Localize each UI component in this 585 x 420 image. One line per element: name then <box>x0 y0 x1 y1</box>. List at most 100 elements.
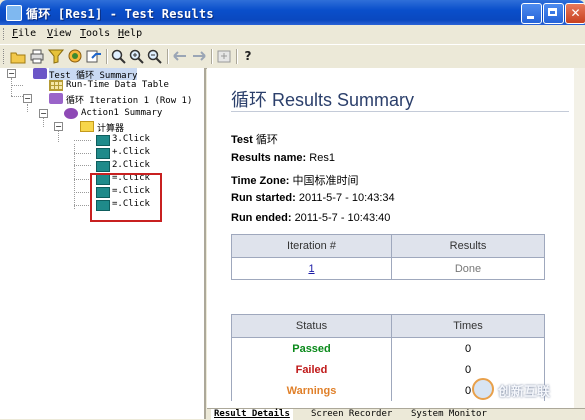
iteration-link[interactable]: 1 <box>308 263 314 275</box>
minimize-button[interactable] <box>521 3 542 24</box>
tree-item-test-summary[interactable]: Test 循环 Summary <box>49 68 138 81</box>
test-label: Test <box>231 134 253 146</box>
menu-tools-rest: ools <box>86 28 111 39</box>
status-cell: Passed <box>231 337 392 359</box>
maximize-icon <box>544 4 563 23</box>
tree-connector <box>58 131 59 142</box>
time-zone-label: Time Zone: <box>231 175 290 187</box>
collapse-toggle[interactable]: − <box>7 69 16 78</box>
print-icon[interactable] <box>29 49 45 64</box>
find-icon[interactable] <box>67 49 83 64</box>
tree-item-folder[interactable]: 计算器 <box>97 121 124 134</box>
status-cell: Failed <box>231 359 392 380</box>
help-icon[interactable]: ? <box>240 49 256 64</box>
zoom-icon[interactable] <box>111 49 127 64</box>
column-header: Results <box>391 234 545 258</box>
menu-file-rest: ile <box>18 28 37 39</box>
run-ended-value: 2011-5-7 - 10:43:40 <box>294 212 391 224</box>
table-row: Passed 0 <box>231 337 545 359</box>
meta-results-name: Results name: Res1 <box>231 152 335 164</box>
zoom-out-icon[interactable] <box>147 49 163 64</box>
expand-icon[interactable] <box>216 49 232 64</box>
tree-connector <box>11 96 23 97</box>
table-row: 1 Done <box>231 257 545 280</box>
window-title: 循环 [Res1] - Test Results <box>26 7 214 21</box>
tree-connector <box>43 118 44 127</box>
column-header: Times <box>391 314 545 338</box>
tab-system-monitor[interactable]: System Monitor <box>411 409 487 420</box>
tree-item-step[interactable]: 2.Click <box>112 160 150 172</box>
tree-connector <box>74 179 91 180</box>
collapse-toggle[interactable]: − <box>23 94 32 103</box>
open-icon[interactable] <box>10 49 26 64</box>
minimize-icon <box>522 4 541 23</box>
menu-help[interactable]: Help <box>118 28 142 39</box>
tab-screen-recorder[interactable]: Screen Recorder <box>311 409 392 420</box>
time-zone-value: 中国标准时间 <box>292 175 359 187</box>
tree-connector <box>74 192 91 193</box>
status-cell: Warnings <box>231 380 392 401</box>
collapse-toggle[interactable]: − <box>54 122 63 131</box>
menu-view[interactable]: View <box>47 28 71 39</box>
results-tree[interactable]: − Test 循环 Summary Run-Time Data Table − … <box>0 68 206 419</box>
menu-grip <box>3 28 7 40</box>
tree-item-action-summary[interactable]: Action1 Summary <box>81 108 162 120</box>
tree-item-step[interactable]: 3.Click <box>112 134 150 146</box>
close-button[interactable]: ✕ <box>565 3 585 24</box>
tab-result-details[interactable]: Result Details <box>211 409 293 420</box>
meta-test: Test 循环 <box>231 131 278 147</box>
tree-connector <box>74 165 91 166</box>
run-ended-label: Run ended: <box>231 212 292 224</box>
filter-icon[interactable] <box>48 49 64 64</box>
tree-connector <box>74 205 91 206</box>
iteration-icon <box>49 93 63 104</box>
collapse-toggle[interactable]: − <box>39 109 48 118</box>
meta-time-zone: Time Zone: 中国标准时间 <box>231 172 359 188</box>
step-icon <box>96 135 110 146</box>
table-header-row: Iteration # Results <box>231 234 545 258</box>
bottom-tabs: Result Details Screen Recorder System Mo… <box>207 408 585 420</box>
summary-title: 循环 Results Summary <box>231 90 415 110</box>
vertical-scrollbar[interactable] <box>574 68 585 408</box>
result-details-pane: 循环 Results Summary Test 循环 Results name:… <box>207 68 585 408</box>
watermark-logo-icon <box>472 378 494 400</box>
test-value: 循环 <box>255 134 278 146</box>
times-cell: 0 <box>391 337 545 359</box>
column-header: Iteration # <box>231 234 392 258</box>
zoom-in-icon[interactable] <box>129 49 145 64</box>
tree-connector <box>11 78 12 96</box>
menu-help-rest: elp <box>124 28 143 39</box>
tree-connector <box>27 104 28 112</box>
forward-icon[interactable] <box>191 49 207 64</box>
table-header-row: Status Times <box>231 314 545 338</box>
menu-view-rest: iew <box>53 28 72 39</box>
tree-connector <box>74 153 91 154</box>
toolbar-separator <box>106 49 108 64</box>
jump-to-step-icon[interactable] <box>86 49 102 64</box>
run-started-label: Run started: <box>231 192 296 204</box>
menu-tools[interactable]: Tools <box>80 28 110 39</box>
maximize-button[interactable] <box>543 3 564 24</box>
watermark: 创新互联 <box>472 378 582 400</box>
results-summary: 循环 Results Summary Test 循环 Results name:… <box>217 68 581 408</box>
times-cell: 0 <box>391 359 545 380</box>
close-icon: ✕ <box>570 6 581 20</box>
result-cell: Done <box>391 257 545 280</box>
menu-file[interactable]: File <box>12 28 36 39</box>
menu-bar: File View Tools Help <box>0 25 585 43</box>
results-name-label: Results name: <box>231 152 307 164</box>
meta-run-started: Run started: 2011-5-7 - 10:43:34 <box>231 192 395 204</box>
tree-item-step[interactable]: +.Click <box>112 147 150 159</box>
toolbar-grip <box>3 49 7 64</box>
step-icon <box>96 148 110 159</box>
app-icon <box>6 5 22 21</box>
tree-item-runtime-data-table[interactable]: Run-Time Data Table <box>66 80 169 92</box>
tree-item-iteration[interactable]: 循环 Iteration 1 (Row 1) <box>66 93 192 106</box>
data-table-icon <box>49 80 63 91</box>
toolbar-separator <box>167 49 169 64</box>
highlight-box <box>90 173 162 222</box>
action-icon <box>64 108 78 119</box>
meta-run-ended: Run ended: 2011-5-7 - 10:43:40 <box>231 212 390 224</box>
title-divider <box>231 111 569 112</box>
back-icon[interactable] <box>172 49 188 64</box>
